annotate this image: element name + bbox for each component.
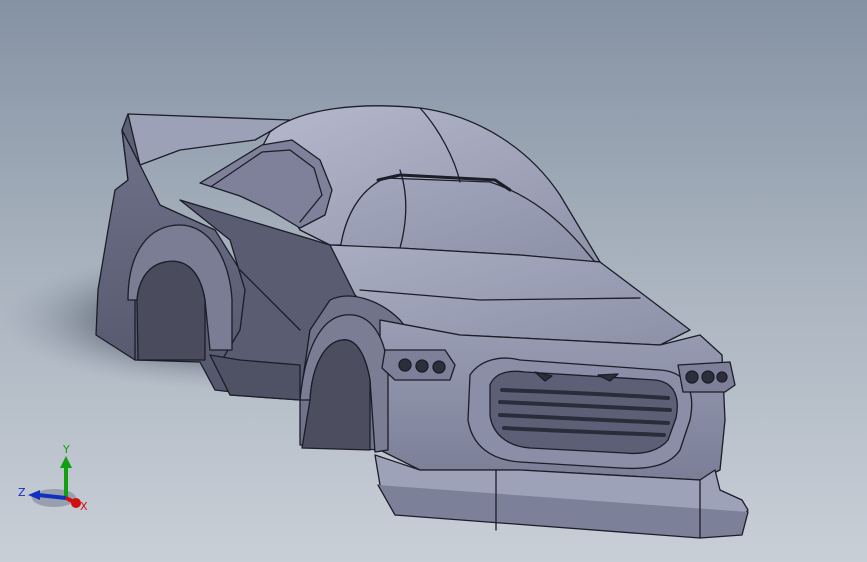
right-headlight-3 xyxy=(716,371,728,383)
rear-wheel-well xyxy=(136,260,206,361)
z-axis-label: Z xyxy=(18,486,26,499)
x-axis-label: X xyxy=(80,500,88,513)
coordinate-triad: Y Z X xyxy=(18,443,88,513)
left-headlight-1 xyxy=(398,358,412,372)
y-axis-label: Y xyxy=(62,443,70,456)
right-headlight-1 xyxy=(685,370,699,384)
graphics-viewport[interactable]: Y Z X xyxy=(0,0,867,562)
left-headlight-3 xyxy=(432,360,446,374)
y-axis-arrow xyxy=(60,456,72,468)
left-headlight-2 xyxy=(415,359,429,373)
grille-opening xyxy=(489,370,678,455)
car-body-model[interactable] xyxy=(0,0,867,562)
right-headlight-2 xyxy=(701,370,715,384)
